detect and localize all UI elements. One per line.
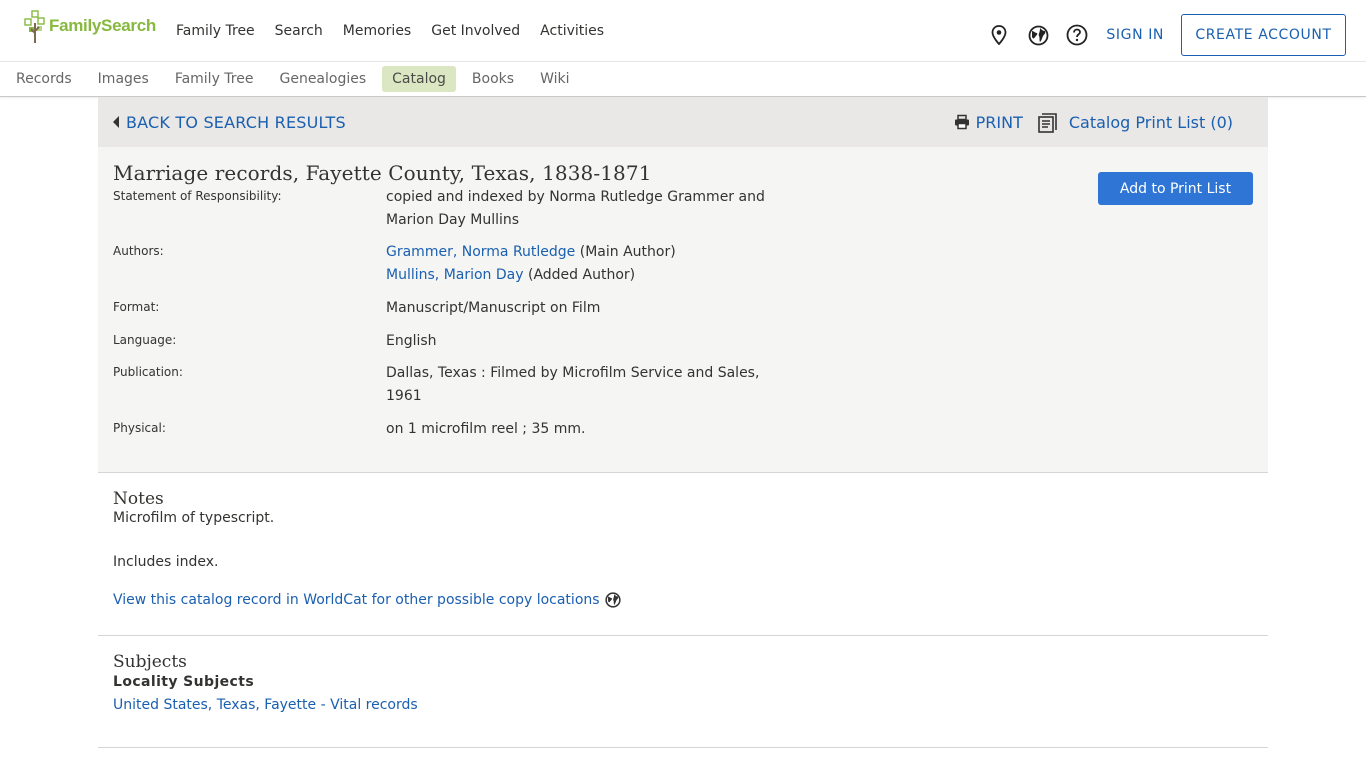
notes-section: Notes Microfilm of typescript. Includes … (98, 473, 1268, 636)
record-details: Marriage records, Fayette County, Texas,… (98, 147, 1268, 473)
field-label: Physical: (113, 421, 166, 435)
subnav-catalog[interactable]: Catalog (382, 66, 456, 92)
field-value: Dallas, Texas : Filmed by Microfilm Serv… (386, 365, 760, 404)
print-list-label: Catalog Print List (0) (1068, 112, 1233, 132)
locality-subject-row: United States, Texas, Fayette - Vital re… (113, 697, 1253, 713)
globe-icon[interactable] (1026, 23, 1050, 47)
location-pin-icon[interactable] (987, 23, 1011, 47)
print-list-icon (1038, 113, 1057, 133)
note-line: Microfilm of typescript. (113, 510, 275, 526)
create-account-button[interactable]: CREATE ACCOUNT (1181, 14, 1346, 56)
subnav-records[interactable]: Records (6, 66, 82, 92)
author-role: (Added Author) (527, 267, 636, 283)
main-nav: Family Tree Search Memories Get Involved… (166, 0, 614, 62)
field-physical: Physical: on 1 microfilm reel ; 35 mm. (113, 421, 1253, 451)
field-value: on 1 microfilm reel ; 35 mm. (386, 421, 586, 437)
nav-get-involved[interactable]: Get Involved (421, 23, 530, 39)
sub-nav: Records Images Family Tree Genealogies C… (0, 62, 1366, 97)
worldcat-row: View this catalog record in WorldCat for… (113, 592, 1253, 608)
logo-text: FamilySearch (49, 16, 156, 35)
field-label: Format: (113, 300, 160, 314)
header-actions: SIGN IN CREATE ACCOUNT (987, 14, 1346, 56)
add-to-print-list-button[interactable]: Add to Print List (1098, 172, 1253, 205)
top-header: FamilySearch Family Tree Search Memories… (0, 0, 1366, 62)
field-label: Language: (113, 333, 177, 347)
back-label: BACK TO SEARCH RESULTS (126, 112, 346, 132)
caret-left-icon (113, 116, 119, 128)
field-publication: Publication: Dallas, Texas : Filmed by M… (113, 365, 1253, 421)
author-role: (Main Author) (579, 244, 676, 260)
author-line: Grammer, Norma Rutledge (Main Author) (386, 241, 786, 264)
field-label: Publication: (113, 365, 183, 379)
print-label: PRINT (975, 112, 1023, 132)
subjects-title: Subjects (113, 652, 187, 672)
note-line: Includes index. (113, 554, 219, 570)
catalog-content: BACK TO SEARCH RESULTS PRINT Catalog Pri… (98, 97, 1268, 748)
field-value: Grammer, Norma Rutledge (Main Author) Mu… (386, 241, 786, 300)
subnav-wiki[interactable]: Wiki (530, 66, 579, 92)
tree-logo-icon (24, 10, 45, 43)
back-bar: BACK TO SEARCH RESULTS PRINT Catalog Pri… (98, 97, 1268, 147)
field-language: Language: English (113, 333, 1253, 365)
field-label: Authors: (113, 244, 164, 258)
locality-subject-link[interactable]: United States, Texas, Fayette - Vital re… (113, 697, 418, 713)
subnav-family-tree[interactable]: Family Tree (165, 66, 264, 92)
catalog-print-list-link[interactable]: Catalog Print List (0) (1037, 111, 1233, 133)
back-to-search-results-link[interactable]: BACK TO SEARCH RESULTS (113, 113, 346, 132)
nav-family-tree[interactable]: Family Tree (166, 23, 265, 39)
locality-subjects-heading: Locality Subjects (113, 674, 255, 690)
field-format: Format: Manuscript/Manuscript on Film (113, 300, 1253, 333)
help-icon[interactable] (1065, 23, 1089, 47)
nav-activities[interactable]: Activities (530, 23, 614, 39)
subnav-images[interactable]: Images (88, 66, 159, 92)
subnav-genealogies[interactable]: Genealogies (269, 66, 376, 92)
author-link[interactable]: Mullins, Marion Day (386, 267, 524, 283)
subjects-section: Subjects Locality Subjects United States… (98, 636, 1268, 748)
field-label: Statement of Responsibility: (113, 189, 282, 203)
globe-icon (604, 592, 621, 608)
field-value: Manuscript/Manuscript on Film (386, 300, 601, 316)
author-line: Mullins, Marion Day (Added Author) (386, 264, 786, 287)
printer-icon (954, 114, 969, 130)
notes-title: Notes (113, 489, 164, 509)
field-value: English (386, 333, 437, 349)
nav-memories[interactable]: Memories (333, 23, 421, 39)
print-actions: PRINT Catalog Print List (0) (954, 97, 1233, 147)
familysearch-logo[interactable]: FamilySearch (24, 9, 156, 43)
record-title: Marriage records, Fayette County, Texas,… (113, 161, 652, 185)
field-authors: Authors: Grammer, Norma Rutledge (Main A… (113, 244, 1253, 300)
nav-search[interactable]: Search (265, 23, 333, 39)
field-value: copied and indexed by Norma Rutledge Gra… (386, 189, 765, 228)
sign-in-link[interactable]: SIGN IN (1106, 27, 1164, 43)
subnav-books[interactable]: Books (462, 66, 524, 92)
worldcat-link[interactable]: View this catalog record in WorldCat for… (113, 592, 600, 608)
print-link[interactable]: PRINT (954, 113, 1023, 132)
author-link[interactable]: Grammer, Norma Rutledge (386, 244, 575, 260)
field-responsibility: Statement of Responsibility: copied and … (113, 189, 1253, 244)
